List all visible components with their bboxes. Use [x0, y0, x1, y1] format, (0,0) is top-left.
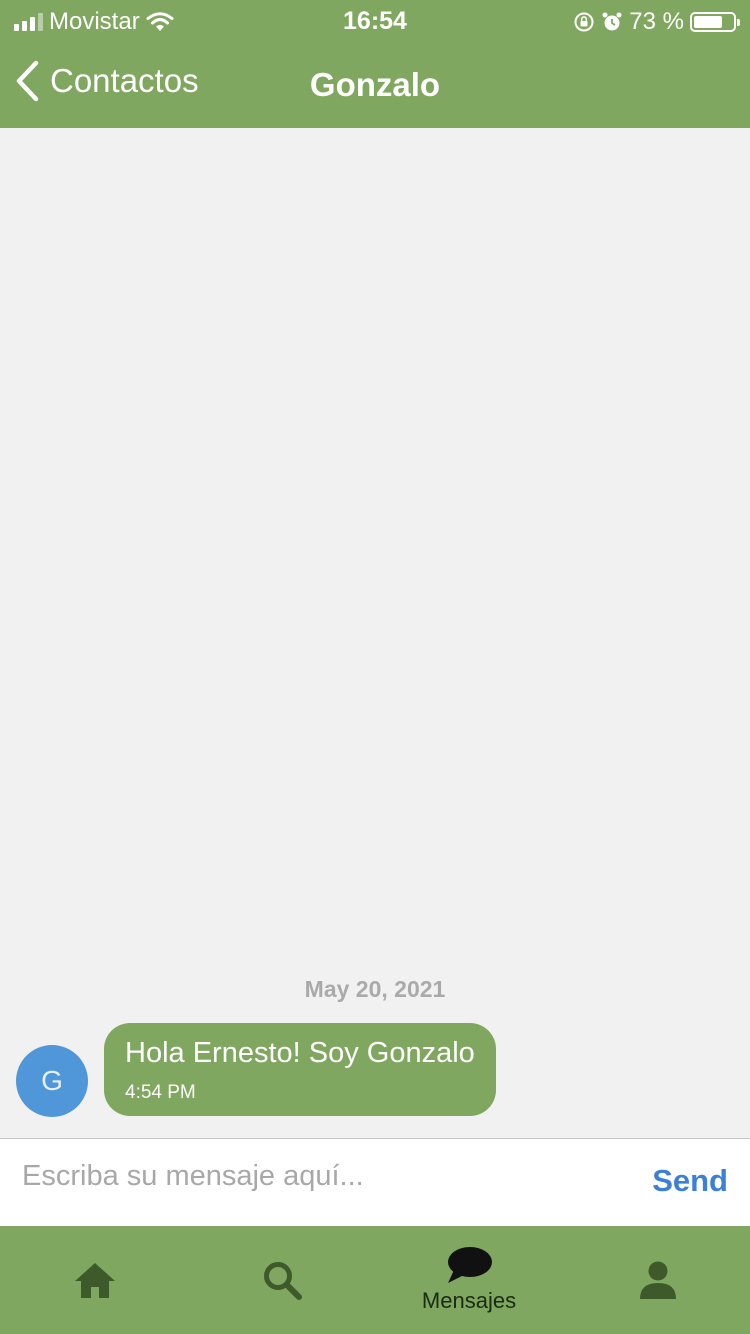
home-icon: [75, 1263, 115, 1298]
message-row: G Hola Ernesto! Soy Gonzalo 4:54 PM: [16, 1023, 496, 1117]
status-right: 73 %: [573, 8, 740, 36]
user-icon: [640, 1261, 676, 1299]
nav-bar: Contactos Gonzalo: [0, 42, 750, 128]
top-bar: Movistar 16:54 73 % Contactos Gonzalo: [0, 0, 750, 128]
date-separator: May 20, 2021: [304, 976, 446, 1002]
battery-icon: [690, 12, 740, 32]
tab-mensajes-label: Mensajes: [421, 1288, 517, 1313]
chat-area[interactable]: May 20, 2021 G Hola Ernesto! Soy Gonzalo…: [0, 128, 750, 1138]
message-input[interactable]: [20, 1155, 624, 1197]
alarm-icon: [602, 12, 622, 31]
chat-bubble-icon: [448, 1247, 492, 1283]
search-icon: [264, 1262, 302, 1300]
tab-mensajes[interactable]: Mensajes: [399, 1226, 539, 1334]
message-bubble[interactable]: Hola Ernesto! Soy Gonzalo 4:54 PM: [104, 1023, 496, 1116]
battery-percent: 73 %: [629, 8, 684, 35]
tab-search[interactable]: [237, 1226, 327, 1334]
rotation-lock-icon: [574, 12, 594, 32]
page-title: Gonzalo: [309, 66, 441, 103]
avatar[interactable]: G: [16, 1045, 88, 1117]
status-bar: Movistar 16:54 73 %: [0, 0, 750, 42]
message-time: 4:54 PM: [125, 1082, 196, 1103]
send-button[interactable]: Send: [652, 1163, 728, 1199]
message-text: Hola Ernesto! Soy Gonzalo: [125, 1037, 475, 1069]
composer-bar: Send: [0, 1138, 750, 1227]
tab-home[interactable]: [50, 1226, 140, 1334]
tab-bar: Mensajes: [0, 1226, 750, 1334]
tab-profile[interactable]: [613, 1226, 703, 1334]
